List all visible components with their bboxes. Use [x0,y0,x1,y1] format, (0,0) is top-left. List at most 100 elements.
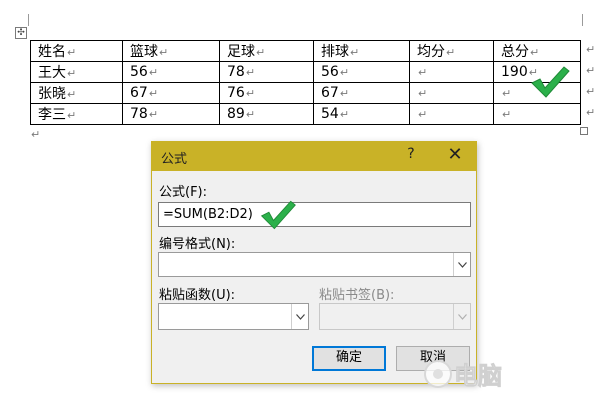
cell-text: 王大 [38,65,66,81]
table-cell[interactable]: 76↵ [219,82,314,104]
cell-text: 89 [227,106,245,122]
formula-dialog: 公式 ? ✕ 公式(F): =SUM(B2:D2) 编号格式(N): 粘贴函数(… [151,141,477,384]
paragraph-mark: ↵ [502,87,512,100]
table-cell[interactable]: 王大↵ [30,61,123,83]
formula-input[interactable]: =SUM(B2:D2) [158,202,471,227]
cell-text: 76 [227,85,245,101]
margin-mark-top-left [28,14,29,26]
table-cell[interactable]: 李三↵ [30,103,123,125]
cell-text: 总分 [501,44,529,60]
paragraph-mark: ↵ [67,109,77,122]
cell-text: 67 [321,85,339,101]
paragraph-mark: ↵ [446,46,456,59]
paragraph-mark: ↵ [339,87,350,100]
paragraph-mark: ↵ [256,46,266,59]
table-cell[interactable]: 总分↵ [493,40,581,62]
paragraph-mark: ↵ [31,128,41,141]
number-format-select[interactable] [158,252,471,277]
paragraph-mark: ↵ [67,46,77,59]
table-cell[interactable]: 姓名↵ [30,40,123,62]
chevron-down-icon [453,304,470,329]
score-table: 姓名↵ 篮球↵ 足球↵ 排球↵ 均分↵ 总分↵ 王大↵ 56↵ 78↵ 56↵ ↵ 190↵ 张晓↵ 67… [30,40,581,125]
paragraph-mark: ↵ [245,87,256,100]
cell-text: 190 [501,64,528,80]
cell-text: 篮球 [130,44,158,60]
table-cell[interactable]: 均分↵ [409,40,494,62]
cell-text: 67 [130,85,148,101]
paragraph-mark: ↵ [67,88,77,101]
table-cell[interactable]: 篮球↵ [122,40,220,62]
table-cell[interactable]: 56↵ [313,61,410,83]
table-cell[interactable]: 56↵ [122,61,220,83]
table-cell[interactable]: 54↵ [313,103,410,125]
checkmark-shape [531,66,570,98]
chevron-down-icon[interactable] [453,253,470,276]
dialog-title: 公式 [161,152,188,167]
checkmark-icon [260,200,296,230]
checkmark-shape [260,200,296,230]
cell-text: 足球 [227,44,255,60]
paste-function-select[interactable] [158,303,309,330]
close-button[interactable]: ✕ [446,144,464,166]
table-cell[interactable]: 排球↵ [313,40,410,62]
chevron-down-icon[interactable] [291,304,308,329]
paragraph-mark: ↵ [148,108,159,121]
paragraph-mark: ↵ [418,108,428,121]
table-cell[interactable]: 67↵ [313,82,410,104]
paste-bookmark-label: 粘贴书签(B): [319,288,395,303]
table-resize-handle[interactable] [580,127,588,135]
paragraph-mark: ↵ [418,66,428,79]
paragraph-mark: ↵ [245,66,256,79]
cell-text: 均分 [417,44,445,60]
table-cell[interactable]: ↵ [409,82,494,104]
ok-button[interactable]: 确定 [312,346,386,371]
table-row: 姓名↵ 篮球↵ 足球↵ 排球↵ 均分↵ 总分↵ [30,40,581,62]
checkmark-icon [531,66,570,98]
table-row: 张晓↵ 67↵ 76↵ 67↵ ↵ ↵ [30,82,581,104]
table-cell[interactable]: 67↵ [122,82,220,104]
cell-text: 李三 [38,107,66,123]
cell-text: 姓名 [38,44,66,60]
table-cell[interactable]: 张晓↵ [30,82,123,104]
table-cell[interactable]: ↵ [493,103,581,125]
cell-text: 56 [130,64,148,80]
cell-text: 张晓 [38,86,66,102]
paragraph-mark: ↵ [148,87,159,100]
cell-text: 排球 [321,44,349,60]
formula-label: 公式(F): [159,185,208,200]
cell-text: 54 [321,106,339,122]
row-end-mark: ↵ [586,85,596,98]
table-cell[interactable]: 78↵ [122,103,220,125]
paragraph-mark: ↵ [530,46,540,59]
table-cell[interactable]: 足球↵ [219,40,314,62]
margin-mark-top-right [582,14,583,26]
table-cell[interactable]: 89↵ [219,103,314,125]
table-cell[interactable]: ↵ [409,61,494,83]
paragraph-mark: ↵ [418,87,428,100]
row-end-mark: ↵ [586,43,596,56]
paragraph-mark: ↵ [339,108,350,121]
paragraph-mark: ↵ [67,67,77,80]
row-end-mark: ↵ [586,106,596,119]
table-cell[interactable]: ↵ [409,103,494,125]
paragraph-mark: ↵ [339,66,350,79]
help-button[interactable]: ? [404,146,418,162]
paragraph-mark: ↵ [350,46,360,59]
paragraph-mark: ↵ [502,108,512,121]
paragraph-mark: ↵ [159,46,169,59]
formula-value: =SUM(B2:D2) [163,207,253,222]
number-format-label: 编号格式(N): [159,237,236,252]
watermark-logo: 电脑 [420,350,530,400]
table-row: 李三↵ 78↵ 89↵ 54↵ ↵ ↵ [30,103,581,125]
cell-text: 56 [321,64,339,80]
dialog-titlebar[interactable]: 公式 ? ✕ [152,142,476,171]
cell-text: 78 [227,64,245,80]
paste-function-label: 粘贴函数(U): [159,288,236,303]
table-cell[interactable]: 78↵ [219,61,314,83]
paragraph-mark: ↵ [148,66,159,79]
watermark-text: 电脑 [454,362,502,390]
paste-bookmark-select [319,303,471,330]
paragraph-mark: ↵ [245,108,256,121]
cell-text: 78 [130,106,148,122]
table-move-handle-icon[interactable]: ✣ [15,27,27,39]
